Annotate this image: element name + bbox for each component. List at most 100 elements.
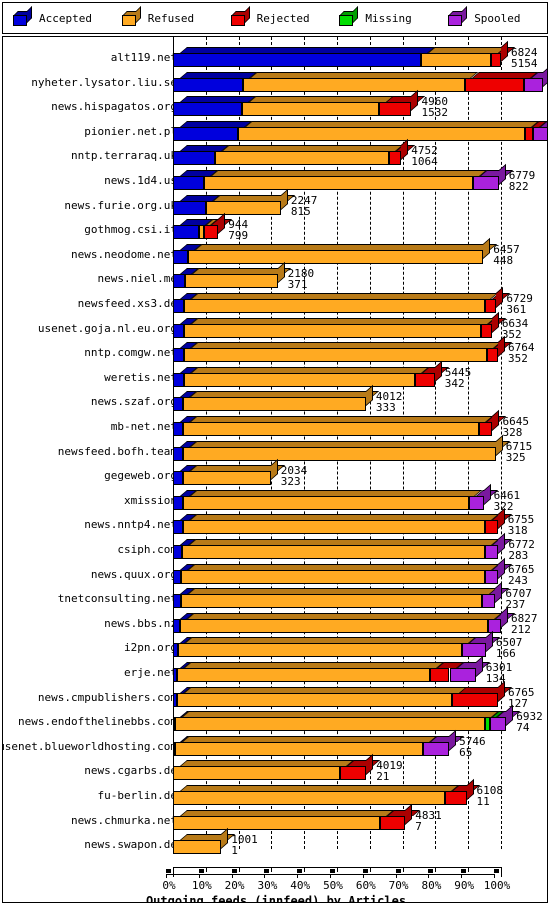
bar-segment-refused[interactable] — [177, 668, 430, 682]
bar-segment-accepted[interactable] — [173, 53, 421, 67]
bar-segment-refused[interactable] — [243, 77, 465, 92]
bar-segment-accepted[interactable] — [173, 348, 185, 363]
bar-segment-spooled[interactable] — [484, 545, 499, 559]
bar-segment-rejected[interactable] — [525, 126, 534, 141]
bar-segment-refused[interactable] — [174, 741, 423, 756]
bar-row: i2pn.org 6507 166 — [3, 631, 547, 659]
bar-segment-refused[interactable] — [173, 766, 341, 781]
bar-segment-accepted[interactable] — [173, 471, 184, 486]
legend-label: Missing — [365, 11, 412, 25]
bar-segment-refused[interactable] — [183, 397, 366, 412]
bar-segment-spooled[interactable] — [449, 668, 476, 682]
bar-segment-spooled[interactable] — [489, 717, 507, 732]
bar-segment-accepted[interactable] — [173, 372, 184, 387]
bar-segment-rejected[interactable] — [204, 225, 219, 240]
bar-segment-rejected[interactable] — [484, 299, 497, 313]
bar-segment-accepted[interactable] — [173, 126, 239, 141]
bar-segment-side-spooled — [495, 582, 503, 604]
bar-value-labels: 2180 371 — [288, 268, 315, 290]
bar-value-total: 4831 — [415, 808, 442, 822]
bar-value-labels: 6779 822 — [509, 170, 536, 192]
bar-segment-rejected[interactable] — [491, 53, 501, 67]
bar-segment-refused[interactable] — [173, 791, 446, 805]
bar-segment-rejected[interactable] — [389, 151, 402, 166]
bar-segment-accepted[interactable] — [173, 520, 184, 535]
bar-row: gothmog.csi.it 944 799 — [3, 213, 547, 241]
bar-segment-refused[interactable] — [185, 274, 278, 289]
bar-segment-rejected[interactable] — [479, 422, 493, 436]
bar-segment-refused[interactable] — [179, 618, 488, 633]
bar-segment-rejected[interactable] — [379, 102, 412, 117]
bar-segment-refused[interactable] — [183, 372, 416, 387]
bar-segment-refused[interactable] — [180, 594, 483, 609]
bar-segment-accepted[interactable] — [173, 446, 184, 461]
bar-segment-spooled[interactable] — [422, 741, 450, 756]
bar-segment-refused[interactable] — [184, 323, 481, 338]
bar-segment-accepted[interactable] — [173, 249, 189, 264]
bar-segment-rejected[interactable] — [415, 372, 435, 387]
legend-label: Rejected — [256, 11, 310, 25]
bar-segment-accepted[interactable] — [173, 176, 205, 190]
bar-segment-refused[interactable] — [205, 200, 281, 215]
bar-segment-spooled[interactable] — [484, 569, 499, 584]
bar-row-label: news.endofthelinebbs.com — [18, 715, 177, 729]
bar-segment-accepted[interactable] — [173, 422, 184, 436]
bar-segment-accepted[interactable] — [173, 545, 182, 559]
bar-segment-refused[interactable] — [238, 126, 526, 141]
bar-row: news.1d4.us 6779 822 — [3, 163, 547, 192]
bar-value-labels: 6755 318 — [508, 514, 535, 536]
bar-segment-refused[interactable] — [183, 422, 480, 436]
bar-value-labels: 6645 328 — [502, 416, 529, 438]
bar-segment-refused[interactable] — [241, 102, 380, 117]
bar-segment-refused[interactable] — [180, 569, 485, 584]
bar-segment-spooled[interactable] — [523, 77, 544, 92]
bar-segment-spooled[interactable] — [487, 618, 501, 633]
bar-segment-rejected[interactable] — [379, 815, 406, 830]
bar-segment-rejected[interactable] — [464, 77, 524, 92]
bar-segment-refused[interactable] — [204, 176, 474, 190]
bar-value-labels: 5445 342 — [445, 367, 472, 389]
bar-segment-accepted[interactable] — [173, 397, 184, 412]
bar-segment-accepted[interactable] — [173, 274, 186, 289]
bar-segment-refused[interactable] — [173, 815, 380, 830]
bar-segment-spooled[interactable] — [533, 126, 547, 141]
bar-row-label: erje.net — [124, 666, 177, 679]
bar-segment-refused[interactable] — [181, 545, 485, 559]
bar-segment-refused[interactable] — [184, 299, 485, 313]
bar-segment-accepted[interactable] — [173, 102, 242, 117]
bar-segment-accepted[interactable] — [173, 200, 206, 215]
bar-segment-spooled[interactable] — [468, 495, 484, 510]
bar-segment-refused[interactable] — [420, 53, 492, 67]
bar-segment-side-rejected — [498, 680, 506, 702]
bar-segment-side-rejected — [401, 139, 409, 161]
bar-segment-rejected[interactable] — [340, 766, 367, 781]
bar-segment-rejected[interactable] — [480, 323, 492, 338]
bar-row: news.szaf.org 4012 333 — [3, 385, 547, 413]
bar-segment-accepted[interactable] — [173, 77, 244, 92]
bar-segment-refused[interactable] — [183, 520, 485, 535]
bar-segment-accepted[interactable] — [173, 299, 185, 313]
bar-segment-rejected[interactable] — [484, 520, 498, 535]
bar-segment-accepted[interactable] — [173, 569, 181, 584]
bar-segment-rejected[interactable] — [452, 692, 499, 707]
bar-segment-accepted[interactable] — [173, 594, 181, 609]
bar-segment-refused[interactable] — [178, 643, 462, 658]
bar-segment-rejected[interactable] — [487, 348, 499, 363]
bar-segment-spooled[interactable] — [473, 176, 499, 190]
bar-segment-refused[interactable] — [188, 249, 484, 264]
bar-segment-refused[interactable] — [215, 151, 390, 166]
axis-tick — [304, 867, 306, 872]
bar-segment-refused[interactable] — [183, 495, 469, 510]
bar-segment-accepted[interactable] — [173, 151, 216, 166]
bar-segment-refused[interactable] — [175, 717, 486, 732]
bar-segment-accepted[interactable] — [173, 495, 184, 510]
bar-segment-refused[interactable] — [183, 471, 271, 486]
bar-segment-accepted[interactable] — [173, 323, 185, 338]
axis-connector — [501, 867, 502, 877]
bar-segment-refused[interactable] — [176, 692, 453, 707]
bar-segment-rejected[interactable] — [429, 668, 450, 682]
bar-segment-spooled[interactable] — [482, 594, 496, 609]
bar-segment-rejected[interactable] — [445, 791, 467, 805]
bar-segment-refused[interactable] — [183, 446, 496, 461]
bar-segment-accepted[interactable] — [173, 225, 200, 240]
